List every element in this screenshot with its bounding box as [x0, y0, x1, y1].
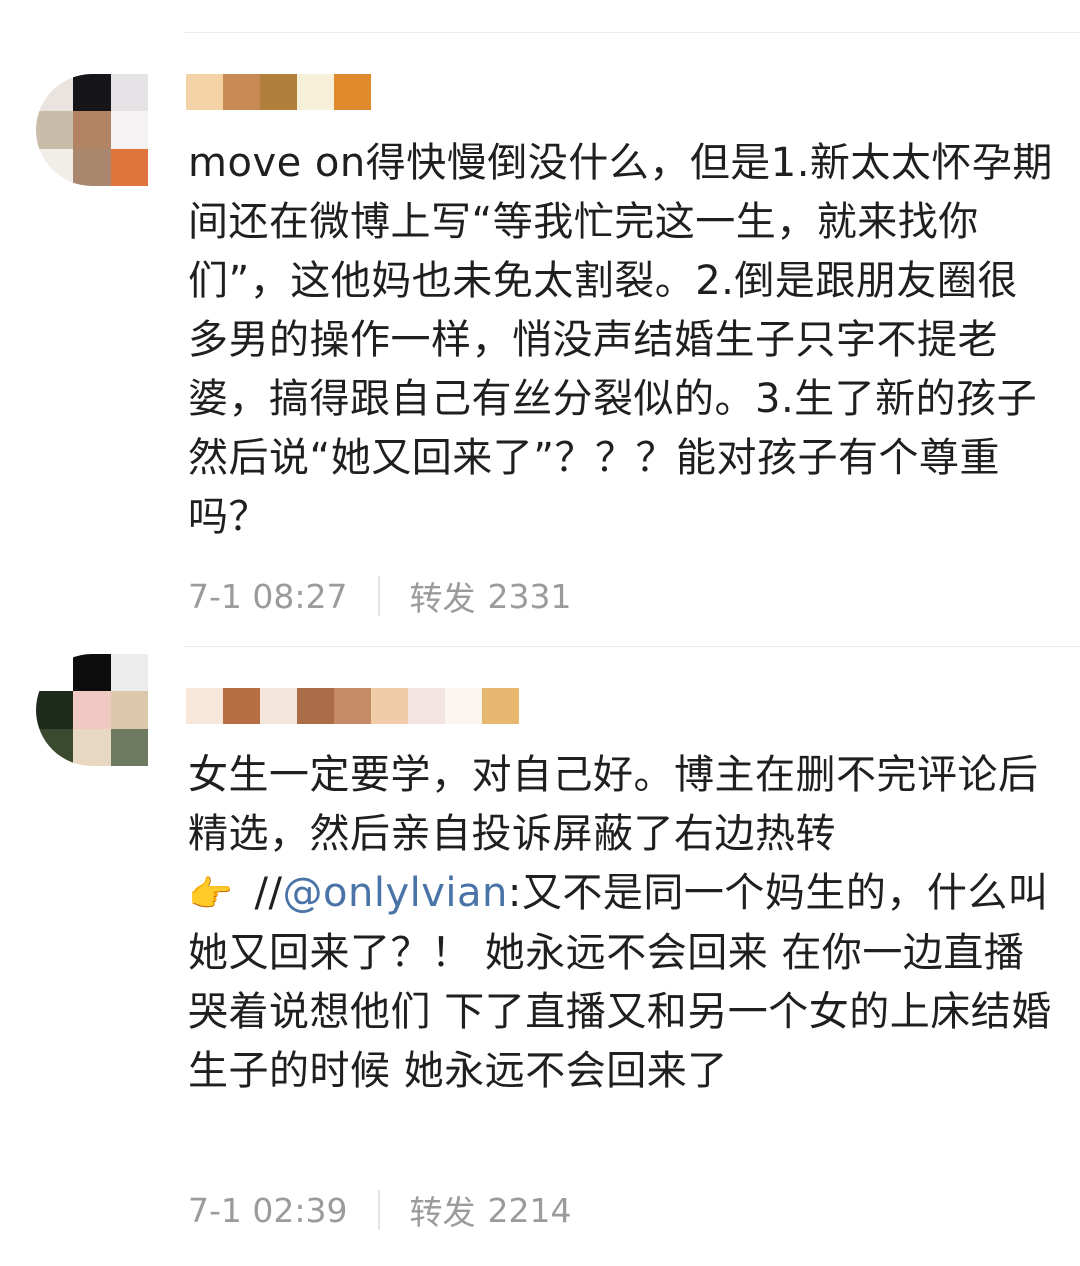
- mosaic-block: [110, 654, 148, 692]
- username-pixelated[interactable]: [186, 688, 519, 724]
- mosaic-block: [73, 728, 111, 766]
- mosaic-block: [334, 74, 371, 110]
- meta-separator: [377, 576, 380, 616]
- mosaic-block: [371, 688, 408, 724]
- repost-label[interactable]: 转发: [410, 572, 476, 620]
- mosaic-block: [110, 111, 148, 149]
- mosaic-block: [445, 688, 482, 724]
- repost-label[interactable]: 转发: [410, 1186, 476, 1234]
- mosaic-block: [73, 74, 111, 112]
- mosaic-block: [260, 74, 297, 110]
- mosaic-block: [36, 654, 74, 692]
- mosaic-block: [186, 688, 223, 724]
- mosaic-block: [223, 74, 260, 110]
- comment-meta: 7-1 08:27 转发 2331: [188, 574, 571, 618]
- top-divider: [184, 32, 1080, 33]
- comment-divider: [184, 646, 1080, 647]
- mosaic-block: [36, 111, 74, 149]
- mosaic-block: [334, 688, 371, 724]
- mosaic-block: [110, 148, 148, 186]
- username-pixelated[interactable]: [186, 74, 371, 110]
- mosaic-block: [73, 148, 111, 186]
- mosaic-block: [73, 691, 111, 729]
- repost-count[interactable]: 2214: [488, 1191, 572, 1230]
- mosaic-block: [408, 688, 445, 724]
- repost-slashes: //: [241, 870, 283, 916]
- mosaic-block: [36, 74, 74, 112]
- mosaic-block: [297, 688, 334, 724]
- mention-link[interactable]: @onlylvian: [283, 870, 508, 916]
- mosaic-block: [186, 74, 223, 110]
- pointing-right-icon: 👉: [188, 874, 234, 915]
- comment-text: move on得快慢倒没什么，但是1.新太太怀孕期间还在微博上写“等我忙完这一生…: [188, 140, 1053, 540]
- comment-meta: 7-1 02:39 转发 2214: [188, 1188, 571, 1232]
- mosaic-block: [482, 688, 519, 724]
- mosaic-block: [110, 728, 148, 766]
- comment-feed: move on得快慢倒没什么，但是1.新太太怀孕期间还在微博上写“等我忙完这一生…: [0, 0, 1080, 1266]
- mosaic-block: [36, 728, 74, 766]
- avatar[interactable]: [36, 74, 148, 186]
- mosaic-block: [73, 654, 111, 692]
- meta-separator: [377, 1190, 380, 1230]
- mosaic-block: [36, 148, 74, 186]
- comment-time: 7-1 08:27: [188, 576, 348, 616]
- comment-text-part: 女生一定要学，对自己好。博主在删不完评论后精选，然后亲自投诉屏蔽了右边热转: [188, 752, 1039, 857]
- mosaic-block: [223, 688, 260, 724]
- mosaic-block: [260, 688, 297, 724]
- mosaic-block: [110, 691, 148, 729]
- mosaic-block: [36, 691, 74, 729]
- repost-count[interactable]: 2331: [488, 577, 572, 616]
- mosaic-block: [110, 74, 148, 112]
- avatar[interactable]: [36, 654, 148, 766]
- mosaic-block: [297, 74, 334, 110]
- mosaic-block: [73, 111, 111, 149]
- comment-text: 女生一定要学，对自己好。博主在删不完评论后精选，然后亲自投诉屏蔽了右边热转 👉 …: [188, 746, 1058, 1101]
- comment-time: 7-1 02:39: [188, 1190, 348, 1230]
